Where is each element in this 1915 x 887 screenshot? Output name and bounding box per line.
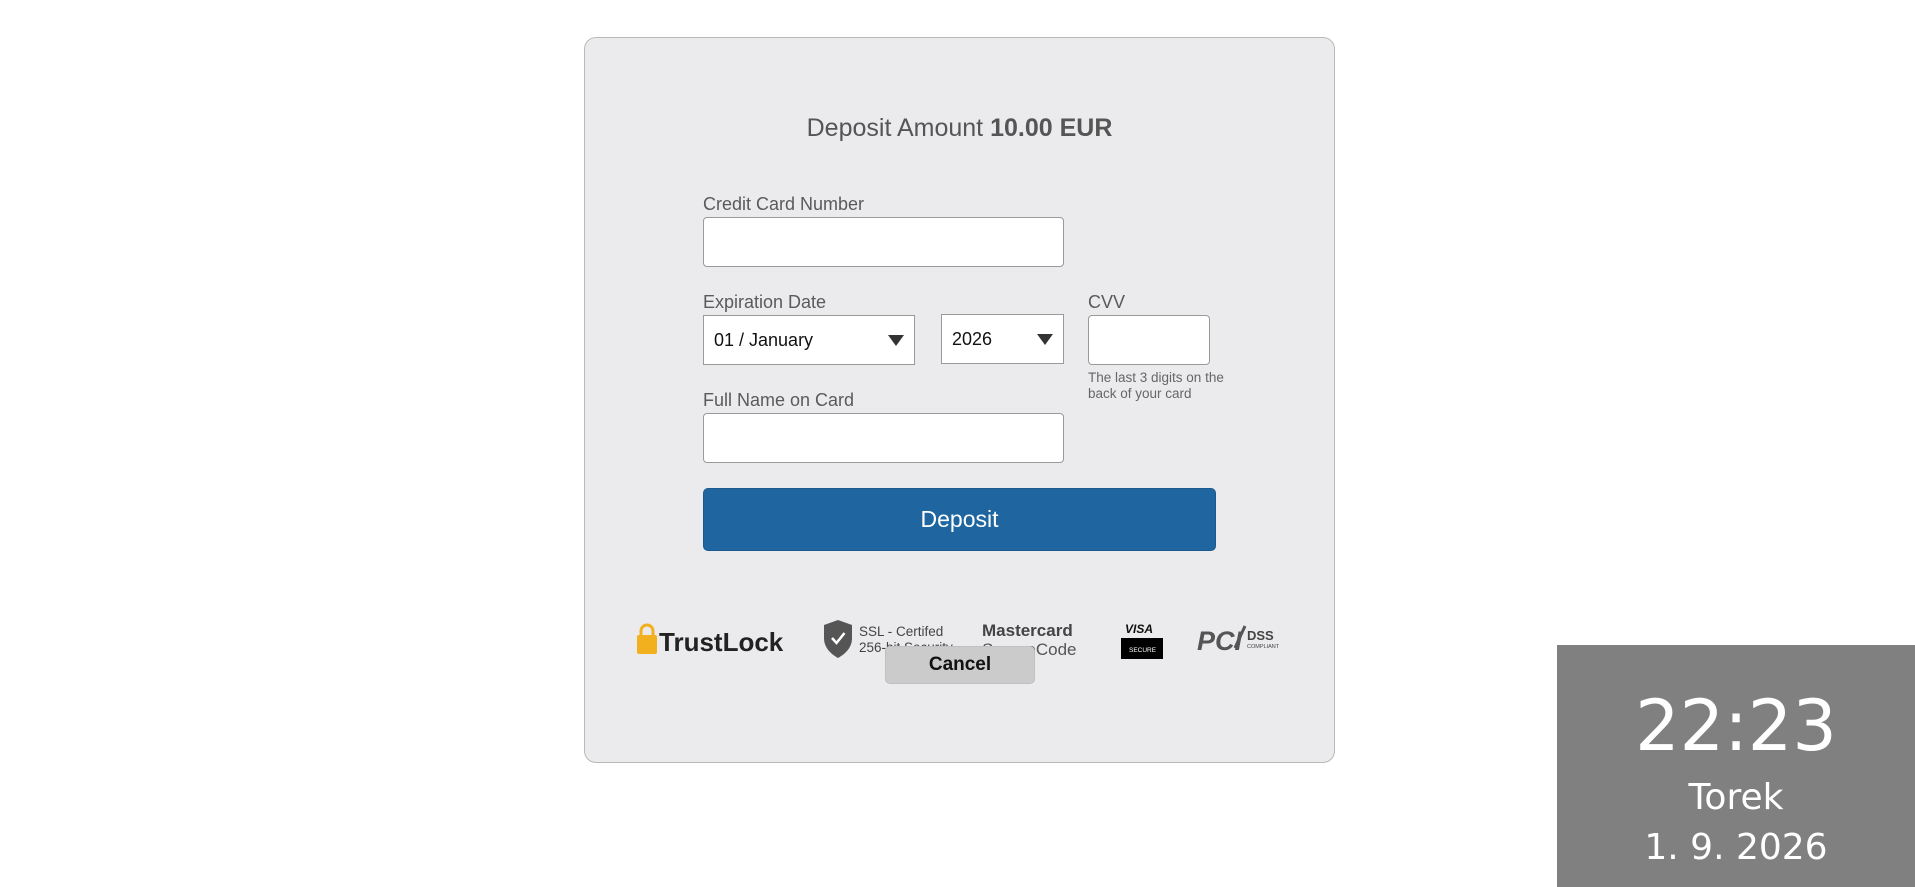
mastercard-text: Mastercard (982, 621, 1073, 640)
ssl-text-line1: SSL - Certifed (859, 624, 943, 639)
pci-text: PCI (1197, 626, 1243, 656)
shield-check-icon (824, 620, 852, 658)
expiration-month-select[interactable]: 01 / January (703, 315, 915, 365)
clock-widget: 22:23 Torek 1. 9. 2026 (1557, 645, 1915, 887)
visa-text: VISA (1125, 622, 1153, 636)
dropdown-arrow-icon (1037, 334, 1053, 345)
clock-time: 22:23 (1635, 685, 1837, 767)
expiration-year-select[interactable]: 2026 (941, 314, 1064, 364)
pci-dss-badge: PCI DSS COMPLIANT (1197, 625, 1280, 656)
card-number-input[interactable] (703, 217, 1064, 267)
cancel-button[interactable]: Cancel (885, 646, 1035, 684)
card-number-label: Credit Card Number (703, 194, 865, 214)
trustlock-text: TrustLock (659, 627, 784, 657)
expiration-year-value: 2026 (952, 329, 993, 349)
trustlock-badge: TrustLock (637, 623, 784, 657)
full-name-label: Full Name on Card (703, 390, 855, 410)
cvv-input[interactable] (1088, 315, 1210, 365)
full-name-input[interactable] (703, 413, 1064, 463)
clock-day: Torek (1688, 777, 1784, 818)
dropdown-arrow-icon (888, 335, 904, 346)
visa-secure-text: SECURE (1129, 647, 1157, 654)
cvv-label: CVV (1088, 292, 1126, 312)
dss-compliant-text: COMPLIANT (1247, 644, 1280, 650)
cvv-hint: The last 3 digits on the back of your ca… (1088, 370, 1224, 401)
payment-card: Deposit Amount 10.00 EUR Credit Card Num… (584, 37, 1335, 763)
deposit-amount: 10.00 EUR (990, 114, 1113, 142)
dss-text: DSS (1247, 628, 1274, 643)
visa-secure-badge: VISA SECURE (1121, 622, 1163, 659)
expiration-month-value: 01 / January (714, 330, 814, 350)
deposit-button[interactable]: Deposit (703, 488, 1216, 551)
expiration-date-label: Expiration Date (703, 292, 827, 312)
deposit-title-prefix: Deposit Amount (806, 114, 984, 142)
deposit-title: Deposit Amount 10.00 EUR (585, 114, 1334, 143)
padlock-icon (637, 623, 657, 654)
clock-date: 1. 9. 2026 (1644, 827, 1828, 868)
